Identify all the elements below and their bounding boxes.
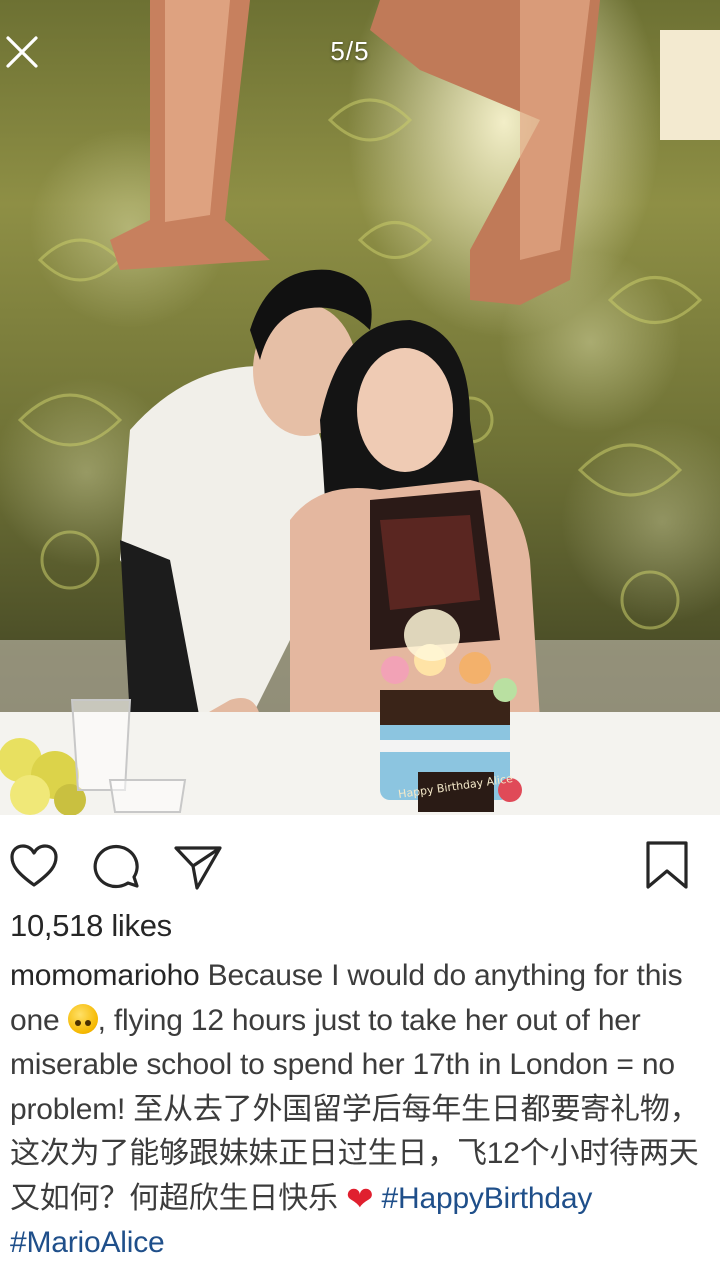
hashtag-happybirthday[interactable]: #HappyBirthday bbox=[382, 1182, 593, 1215]
post-caption: momomarioho Because I would do anything … bbox=[10, 954, 715, 1266]
bookmark-icon[interactable] bbox=[640, 839, 696, 895]
photo-scene: Happy Birthday Alice bbox=[0, 0, 720, 815]
hashtag-marioalice[interactable]: #MarioAlice bbox=[10, 1226, 165, 1259]
image-counter: 5/5 bbox=[330, 36, 370, 66]
red-heart-emoji-icon: ❤ bbox=[345, 1179, 374, 1217]
viewer-top-bar: 5/5 bbox=[0, 0, 720, 110]
caption-username[interactable]: momomarioho bbox=[10, 959, 200, 992]
comment-bubble-icon[interactable] bbox=[88, 839, 144, 895]
close-icon[interactable] bbox=[2, 32, 42, 72]
upside-down-face-emoji-icon bbox=[67, 1003, 98, 1034]
heart-outline-icon[interactable] bbox=[6, 839, 62, 895]
post-photo[interactable]: Happy Birthday Alice bbox=[0, 0, 720, 815]
post-action-bar bbox=[0, 815, 720, 911]
paper-plane-icon[interactable] bbox=[170, 839, 226, 895]
likes-count[interactable]: 10,518 likes bbox=[10, 908, 172, 944]
